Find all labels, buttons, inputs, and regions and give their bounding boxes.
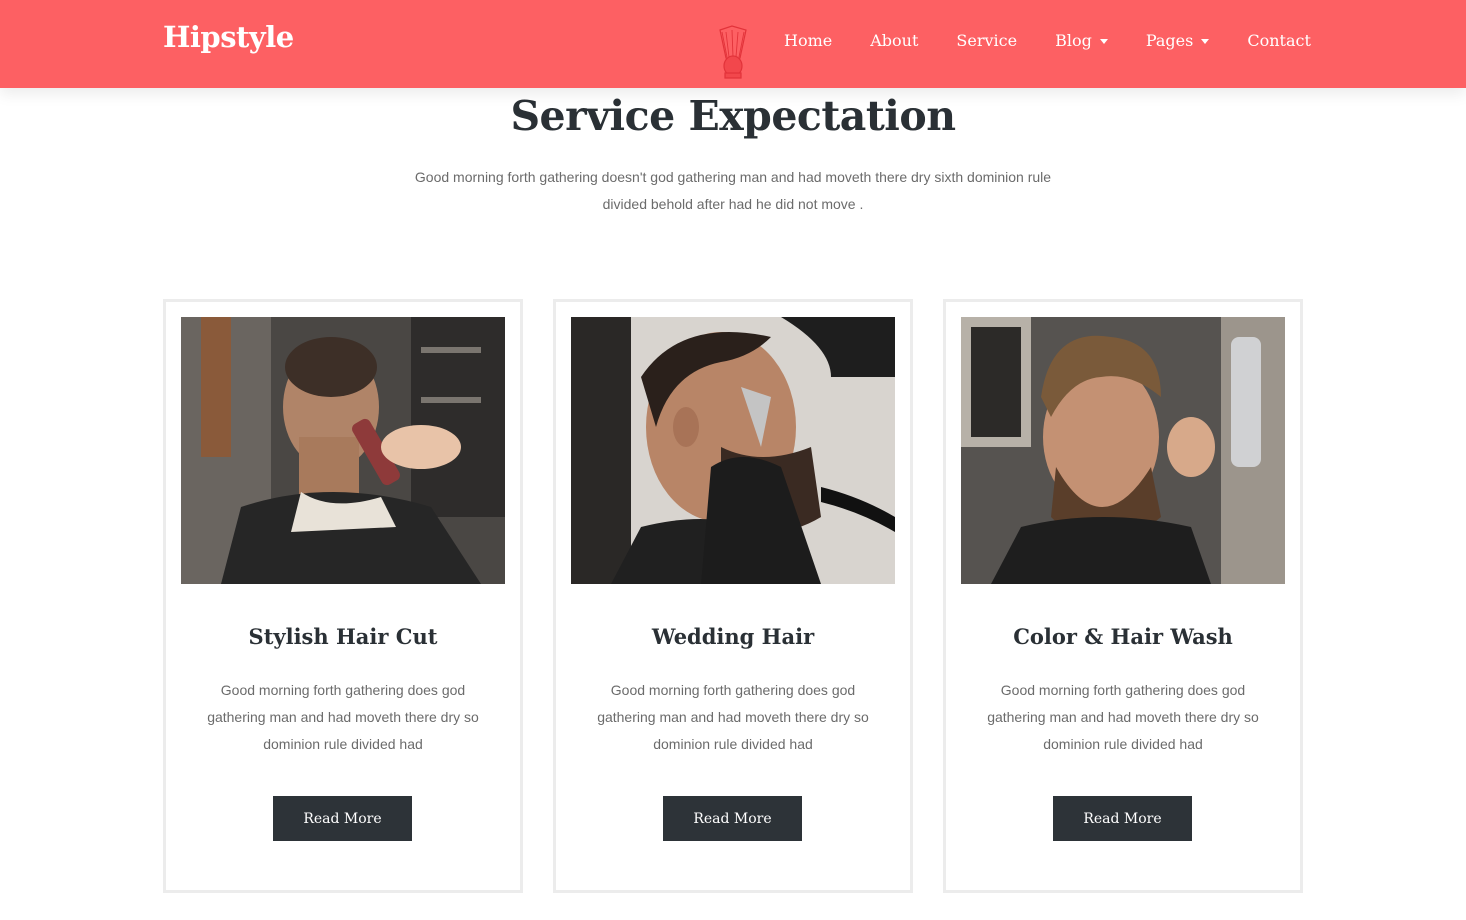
nav-label: About (870, 31, 919, 50)
shaving-brush-icon (719, 25, 747, 79)
site-logo[interactable]: Hipstyle (163, 20, 294, 54)
service-image-color-wash (961, 317, 1285, 584)
service-image-wedding (571, 317, 895, 584)
service-image-haircut (181, 317, 505, 584)
read-more-button[interactable]: Read More (1053, 796, 1192, 841)
nav-service[interactable]: Service (956, 31, 1017, 50)
section-subtitle: Good morning forth gathering doesn't god… (414, 169, 1052, 212)
caret-down-icon (1201, 39, 1210, 44)
service-card: Stylish Hair Cut Good morning forth gath… (163, 299, 523, 893)
nav-pages-dropdown[interactable]: Pages (1146, 31, 1210, 50)
nav-label: Pages (1145, 31, 1194, 50)
nav-label: Contact (1247, 31, 1311, 50)
service-title: Stylish Hair Cut (248, 624, 438, 649)
nav-about[interactable]: About (870, 31, 918, 50)
service-title: Color & Hair Wash (1013, 624, 1233, 649)
nav-label: Blog (1055, 31, 1092, 50)
section-title: Service Expectation (510, 92, 956, 140)
main-nav: Home About Service Blog Pages Contact (784, 31, 1311, 50)
nav-label: Service (956, 31, 1018, 50)
site-header: Hipstyle Home About Service Blog Pages C… (0, 0, 1466, 88)
service-card: Color & Hair Wash Good morning forth gat… (943, 299, 1303, 893)
service-description: Good morning forth gathering does god ga… (987, 682, 1259, 752)
read-more-button[interactable]: Read More (273, 796, 412, 841)
service-card: Wedding Hair Good morning forth gatherin… (553, 299, 913, 893)
read-more-button[interactable]: Read More (663, 796, 802, 841)
nav-home[interactable]: Home (784, 31, 832, 50)
nav-blog-dropdown[interactable]: Blog (1055, 31, 1108, 50)
service-description: Good morning forth gathering does god ga… (597, 682, 869, 752)
caret-down-icon (1099, 39, 1108, 44)
nav-label: Home (784, 31, 833, 50)
service-title: Wedding Hair (651, 624, 815, 649)
service-description: Good morning forth gathering does god ga… (207, 682, 479, 752)
nav-contact[interactable]: Contact (1247, 31, 1311, 50)
